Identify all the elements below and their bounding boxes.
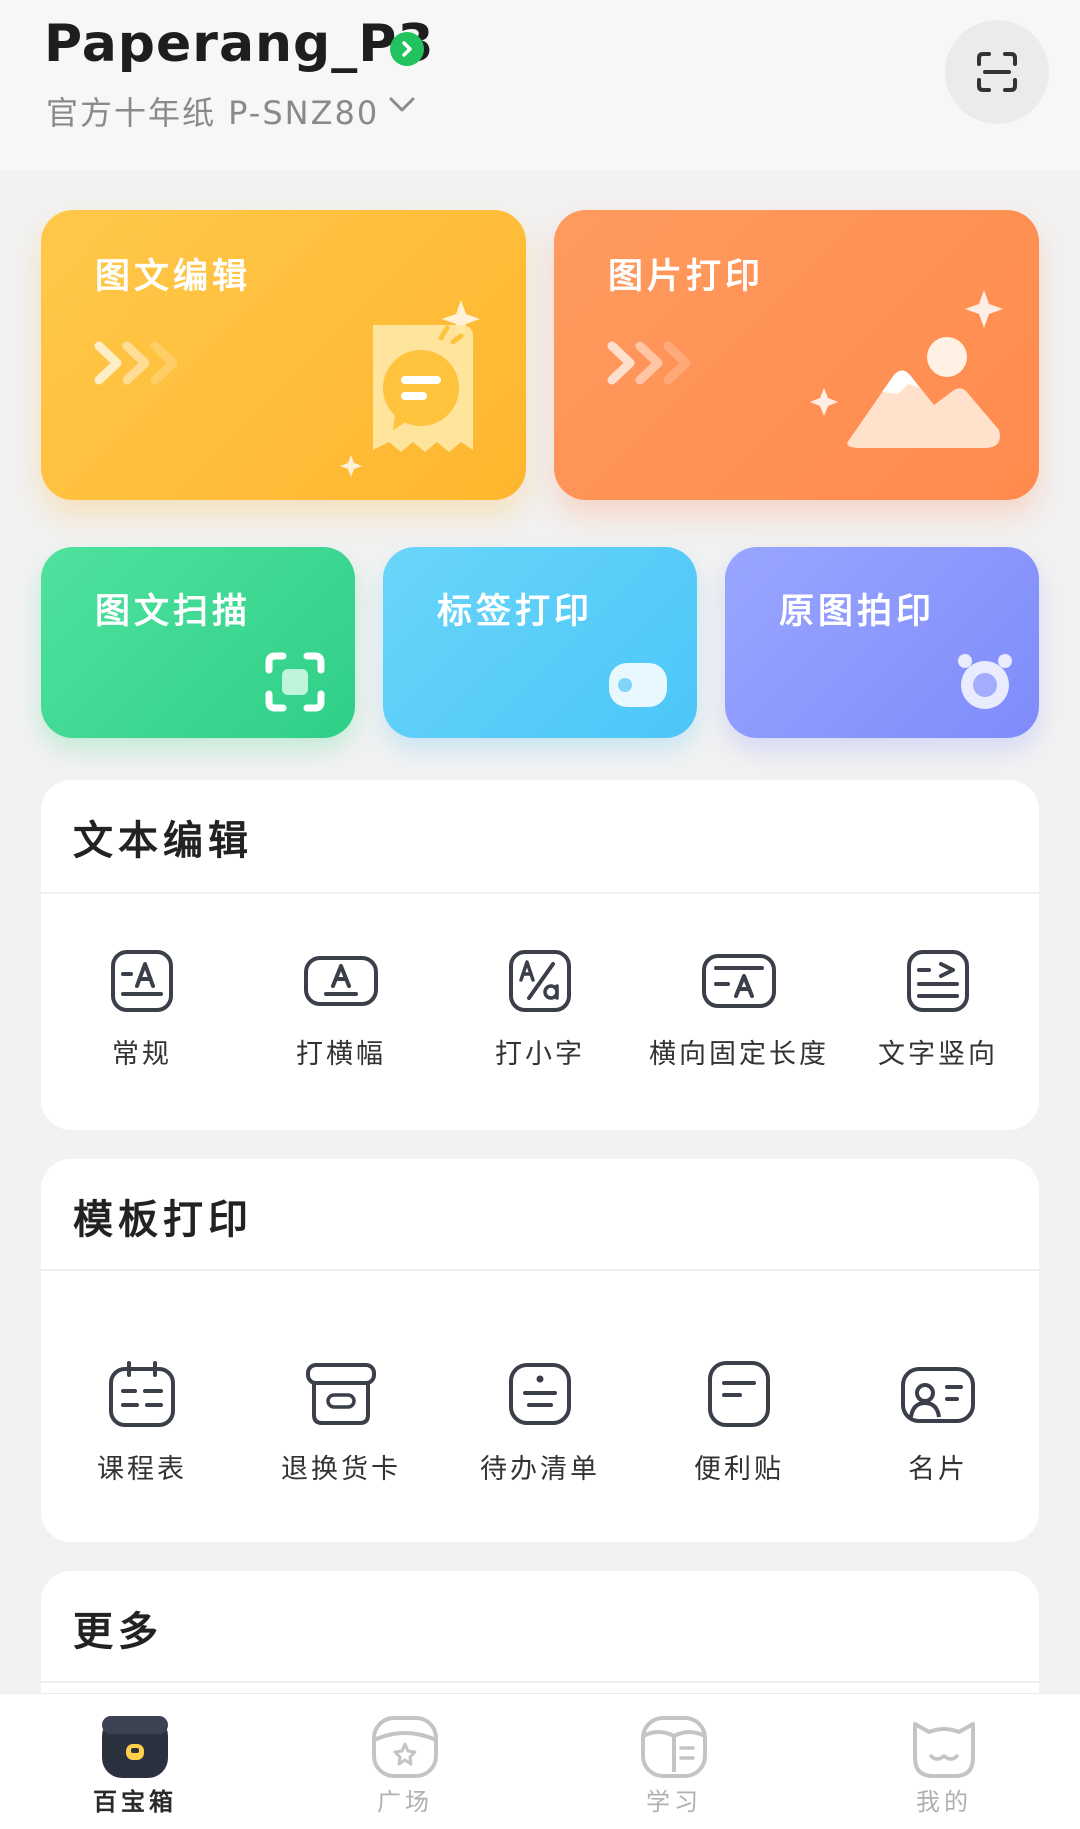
todo-list-icon (509, 1363, 571, 1425)
tool-label: 课程表 (97, 1454, 187, 1485)
tool-label: 横向固定长度 (649, 1039, 829, 1070)
scan-icon (265, 652, 325, 712)
divider (41, 1681, 1039, 1683)
tool-label: 文字竖向 (878, 1039, 998, 1070)
card-original-photo-print[interactable]: 原图拍印 (725, 547, 1039, 738)
banner-icon (304, 956, 378, 1006)
arrows-icon (607, 341, 691, 385)
small-text-icon (509, 950, 571, 1012)
tab-square[interactable]: 广场 (340, 1714, 470, 1817)
tab-label: 百宝箱 (93, 1788, 177, 1816)
header: Paperang_P3 官方十年纸 P-SNZ80 (0, 0, 1080, 170)
tool-label: 打小字 (495, 1039, 585, 1070)
tool-vertical-text[interactable]: 文字竖向 (838, 948, 1038, 1071)
tab-learn[interactable]: 学习 (609, 1714, 739, 1817)
card-title: 标签打印 (437, 592, 594, 632)
book-icon (641, 1716, 707, 1778)
tag-icon (609, 663, 667, 707)
chevron-down-icon[interactable] (388, 96, 416, 114)
vertical-text-icon (907, 950, 969, 1012)
camera-icon (958, 654, 1012, 709)
card-title: 图文编辑 (95, 257, 252, 297)
schedule-icon (109, 1361, 175, 1427)
device-name[interactable]: Paperang_P3 (44, 14, 435, 74)
message-paper-icon (340, 300, 480, 477)
card-image-text-edit[interactable]: 图文编辑 (41, 210, 526, 500)
tool-label: 退换货卡 (281, 1454, 401, 1485)
toolbox-icon (102, 1716, 168, 1778)
business-card-icon (901, 1367, 975, 1423)
tool-label: 名片 (908, 1454, 968, 1485)
template-print-panel: 模板打印 课程表 退换货卡 待办清单 便利贴 名片 (41, 1159, 1039, 1542)
card-title: 图片打印 (608, 257, 765, 297)
tool-label: 待办清单 (480, 1454, 600, 1485)
return-card-icon (306, 1363, 376, 1425)
tool-banner[interactable]: 打横幅 (241, 948, 441, 1071)
panel-title: 模板打印 (73, 1197, 253, 1243)
tab-label: 广场 (377, 1788, 433, 1816)
tab-me[interactable]: 我的 (879, 1714, 1009, 1817)
tool-business-card[interactable]: 名片 (838, 1359, 1038, 1486)
text-edit-panel: 文本编辑 常规 打横幅 打小字 横向固定长度 文字竖向 (41, 780, 1039, 1130)
tool-normal[interactable]: 常规 (42, 948, 242, 1071)
tool-return-card[interactable]: 退换货卡 (241, 1359, 441, 1486)
scan-button[interactable] (945, 20, 1049, 124)
verified-check-icon (390, 32, 424, 66)
card-title: 原图拍印 (779, 592, 936, 632)
card-label-print[interactable]: 标签打印 (383, 547, 697, 738)
divider (41, 892, 1039, 894)
panel-title: 更多 (73, 1609, 163, 1655)
tab-toolbox[interactable]: 百宝箱 (70, 1714, 200, 1817)
tab-label: 我的 (916, 1788, 972, 1816)
tool-small-text[interactable]: 打小字 (440, 948, 640, 1071)
tool-todo-list[interactable]: 待办清单 (440, 1359, 640, 1486)
scan-frame-icon (977, 52, 1017, 92)
cat-profile-icon (913, 1722, 975, 1778)
card-image-print[interactable]: 图片打印 (554, 210, 1039, 500)
fixed-length-icon (702, 954, 776, 1008)
tool-label: 打横幅 (296, 1039, 386, 1070)
panel-title: 文本编辑 (73, 818, 253, 864)
card-title: 图文扫描 (95, 592, 252, 632)
tool-fixed-length[interactable]: 横向固定长度 (639, 948, 839, 1071)
square-plaza-icon (372, 1716, 438, 1778)
bottom-tab-bar: 百宝箱 广场 学习 我的 (0, 1693, 1080, 1829)
tool-label: 便利贴 (694, 1454, 784, 1485)
tool-sticky-note[interactable]: 便利贴 (639, 1359, 839, 1486)
arrows-icon (94, 341, 178, 385)
text-normal-icon (111, 950, 173, 1012)
paper-type-selector[interactable]: 官方十年纸 P-SNZ80 (46, 88, 379, 134)
tool-label: 常规 (112, 1039, 172, 1070)
card-image-text-scan[interactable]: 图文扫描 (41, 547, 355, 738)
divider (41, 1269, 1039, 1271)
tab-label: 学习 (646, 1788, 702, 1816)
mountain-image-icon (810, 290, 1003, 448)
tool-schedule[interactable]: 课程表 (42, 1359, 242, 1486)
sticky-note-icon (708, 1361, 770, 1427)
